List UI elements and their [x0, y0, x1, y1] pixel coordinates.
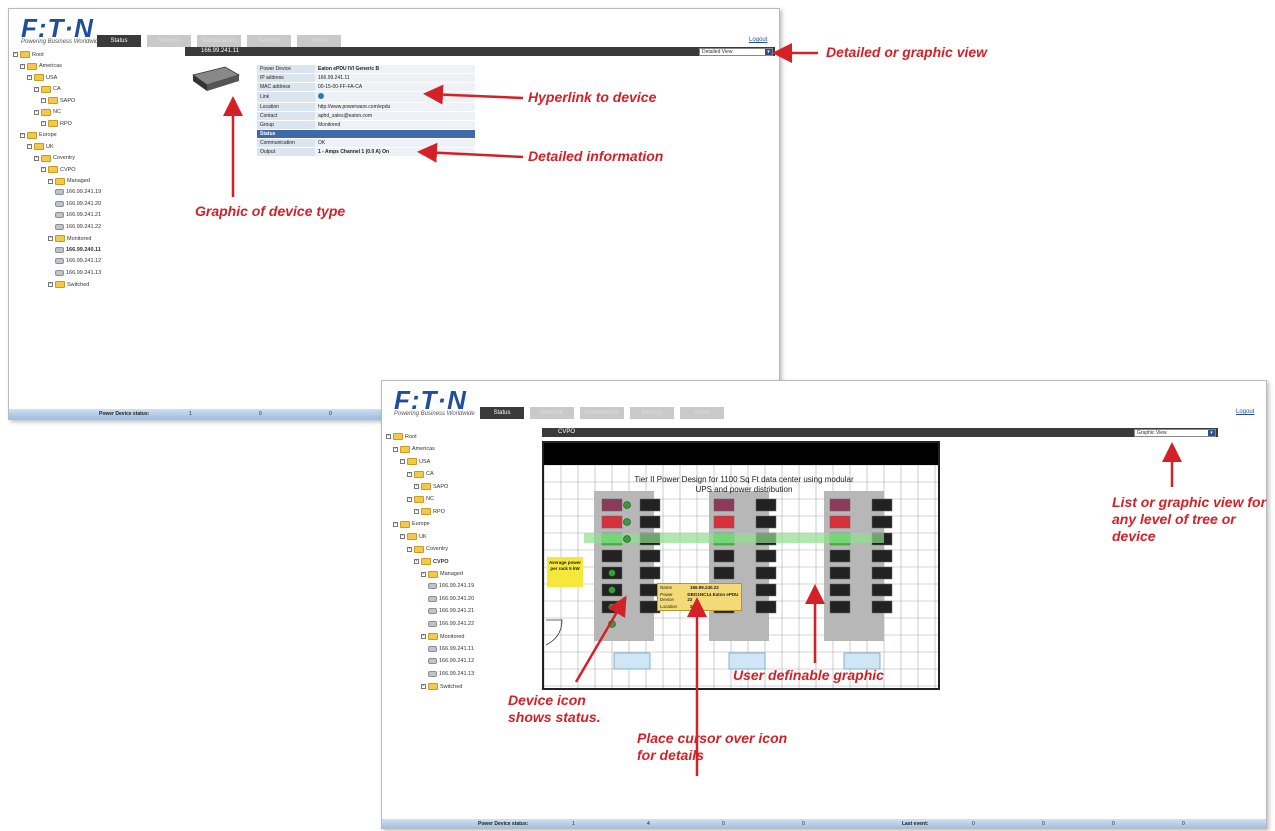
callout-hyperlink: Hyperlink to device [528, 89, 657, 105]
callout-device-icon-status: Device icon shows status. [508, 692, 601, 725]
callout-user-definable: User definable graphic [733, 667, 884, 683]
callout-arrows [223, 43, 1182, 776]
callout-detailed-or-graphic: Detailed or graphic view [826, 44, 988, 60]
callout-list-or-graphic: List or graphic view for any level of tr… [1112, 494, 1267, 544]
callout-graphic-device-type: Graphic of device type [195, 203, 346, 219]
callout-detailed-info: Detailed information [528, 148, 664, 164]
callout-place-cursor: Place cursor over icon for details [637, 730, 788, 763]
